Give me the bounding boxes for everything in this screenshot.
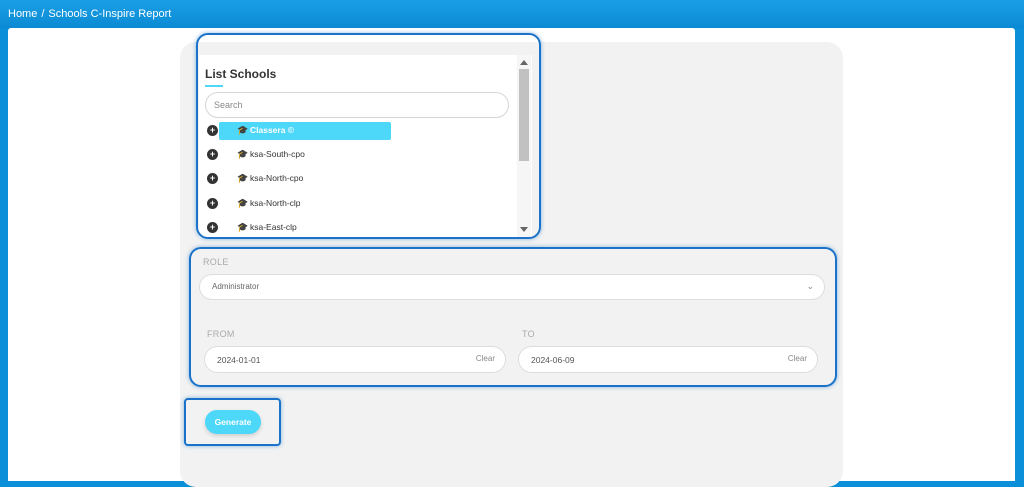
top-bar: Home / Schools C-Inspire Report [0, 0, 1024, 28]
breadcrumb: Home / Schools C-Inspire Report [8, 8, 171, 20]
breadcrumb-separator: / [41, 8, 45, 20]
generate-highlight-frame [184, 398, 281, 446]
breadcrumb-current: Schools C-Inspire Report [48, 8, 172, 20]
school-list-highlight-frame [196, 33, 541, 239]
breadcrumb-home-link[interactable]: Home [8, 8, 37, 20]
role-date-highlight-frame [189, 247, 837, 387]
